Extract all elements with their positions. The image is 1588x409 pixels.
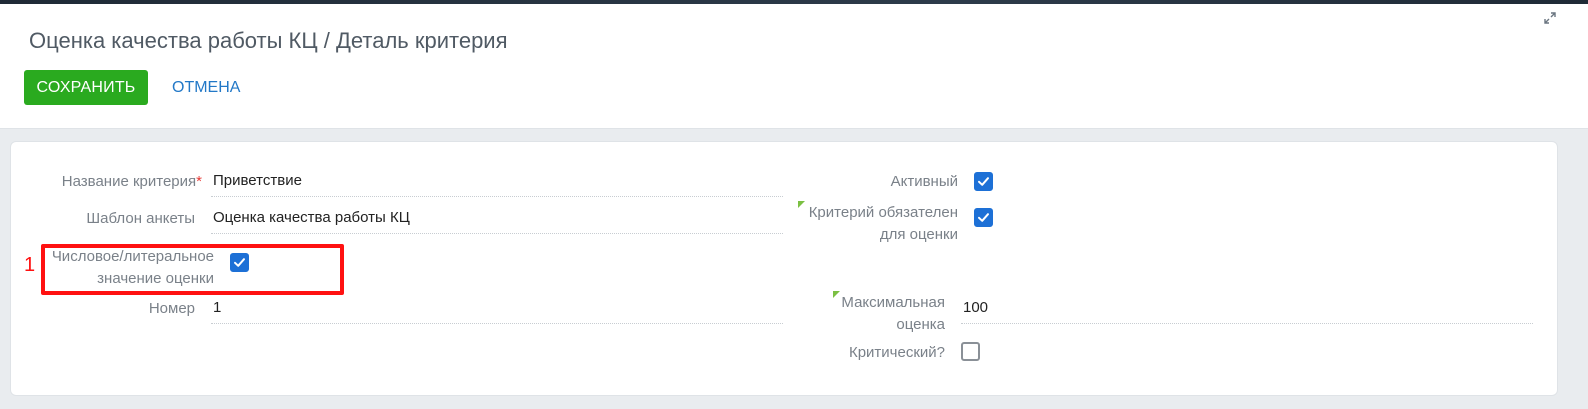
survey-template-field[interactable]: Оценка качества работы КЦ xyxy=(213,207,410,229)
criterion-name-label: Название критерия* xyxy=(61,173,202,190)
criterion-name-underline xyxy=(211,196,783,197)
max-score-underline xyxy=(961,323,1533,324)
active-label: Активный xyxy=(890,173,958,190)
max-score-label: Максимальная оценка xyxy=(841,294,945,333)
critical-label: Критический? xyxy=(848,344,945,361)
annotation-highlight-box xyxy=(41,244,344,295)
mandatory-label: Критерий обязателен для оценки xyxy=(808,204,958,243)
number-underline xyxy=(211,323,783,324)
mandatory-checkbox[interactable] xyxy=(974,208,993,227)
save-button[interactable]: СОХРАНИТЬ xyxy=(24,70,148,105)
required-mark: * xyxy=(196,173,202,190)
criterion-name-field[interactable]: Приветствие xyxy=(213,170,302,192)
survey-template-underline xyxy=(211,233,783,234)
critical-checkbox[interactable] xyxy=(961,342,980,361)
active-checkbox[interactable] xyxy=(974,172,993,191)
checkmark-icon xyxy=(978,177,989,186)
cancel-button[interactable]: ОТМЕНА xyxy=(172,77,240,99)
number-field[interactable]: 1 xyxy=(213,297,221,319)
annotation-marker: 1 xyxy=(24,254,36,276)
page-header: Оценка качества работы КЦ / Деталь крите… xyxy=(0,4,1588,129)
expand-icon[interactable] xyxy=(1543,11,1557,25)
page-title: Оценка качества работы КЦ / Деталь крите… xyxy=(29,28,508,53)
max-score-field[interactable]: 100 xyxy=(963,297,988,319)
survey-template-label: Шаблон анкеты xyxy=(86,210,195,227)
checkmark-icon xyxy=(978,213,989,222)
number-label: Номер xyxy=(148,300,195,317)
